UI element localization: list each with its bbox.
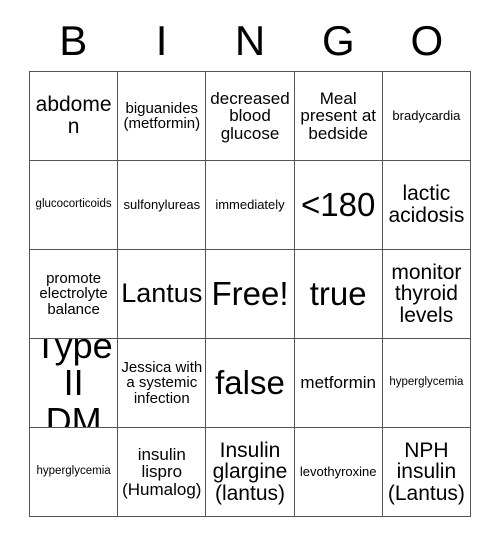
bingo-cell[interactable]: Meal present at bedside: [294, 72, 383, 161]
bingo-cell-label: hyperglycemia: [389, 376, 464, 389]
bingo-cell-label: Type II DM: [34, 339, 113, 428]
bingo-cell-label: Free!: [211, 275, 289, 312]
bingo-cell-label: biguanides (metformin): [123, 99, 201, 132]
bingo-cell[interactable]: glucocorticoids: [30, 161, 119, 250]
bingo-cell[interactable]: immediately: [206, 161, 295, 250]
bingo-cell-label: promote electrolyte balance: [39, 269, 108, 318]
bingo-cell-label: Insulin glargine (lantus): [212, 438, 288, 505]
bingo-cell[interactable]: levothyroxine: [294, 428, 383, 517]
bingo-cell[interactable]: biguanides (metformin): [118, 72, 207, 161]
bingo-cell-label: monitor thyroid levels: [391, 260, 462, 327]
bingo-cell-label: lactic acidosis: [388, 182, 465, 227]
bingo-cell[interactable]: Lantus: [118, 250, 207, 339]
bingo-cell[interactable]: Insulin glargine (lantus): [206, 428, 295, 517]
bingo-cell-label: true: [309, 275, 367, 312]
bingo-cell-label: insulin lispro (Humalog): [122, 444, 202, 499]
bingo-cell-label: Lantus: [121, 278, 203, 309]
header-letter-i: I: [155, 16, 168, 64]
bingo-cell[interactable]: sulfonylureas: [118, 161, 207, 250]
bingo-cell[interactable]: bradycardia: [382, 72, 471, 161]
bingo-header: B I N G O: [29, 10, 471, 71]
bingo-cell[interactable]: Type II DM: [30, 339, 119, 428]
bingo-cell[interactable]: promote electrolyte balance: [30, 250, 119, 339]
bingo-cell-label: <180: [301, 186, 376, 223]
bingo-cell-label: false: [215, 364, 285, 401]
bingo-cell[interactable]: insulin lispro (Humalog): [118, 428, 207, 517]
bingo-cell[interactable]: metformin: [294, 339, 383, 428]
bingo-cell-label: Meal present at bedside: [300, 88, 376, 143]
header-letter-g: G: [322, 16, 355, 64]
bingo-cell-label: sulfonylureas: [123, 197, 201, 213]
bingo-cell[interactable]: hyperglycemia: [30, 428, 119, 517]
bingo-cell-label: decreased blood glucose: [210, 88, 290, 143]
bingo-cell-label: hyperglycemia: [36, 465, 111, 478]
bingo-cell[interactable]: <180: [294, 161, 383, 250]
bingo-cell[interactable]: NPH insulin (Lantus): [382, 428, 471, 517]
bingo-card: B I N G O abdomen biguanides (metformin) d…: [29, 10, 471, 517]
bingo-cell-label: abdomen: [35, 93, 112, 138]
header-letter-n: N: [234, 16, 266, 64]
bingo-grid: abdomen biguanides (metformin) decreased b…: [29, 71, 471, 517]
bingo-cell-label: immediately: [215, 197, 285, 213]
bingo-cell[interactable]: abdomen: [30, 72, 119, 161]
bingo-cell[interactable]: Free!: [206, 250, 295, 339]
bingo-cell[interactable]: decreased blood glucose: [206, 72, 295, 161]
bingo-cell-label: metformin: [300, 373, 376, 393]
bingo-cell[interactable]: monitor thyroid levels: [382, 250, 471, 339]
bingo-cell[interactable]: hyperglycemia: [382, 339, 471, 428]
bingo-cell-label: bradycardia: [392, 108, 461, 124]
bingo-cell-label: glucocorticoids: [35, 198, 112, 211]
bingo-cell[interactable]: lactic acidosis: [382, 161, 471, 250]
bingo-cell-label: levothyroxine: [299, 464, 377, 480]
bingo-cell-label: NPH insulin (Lantus): [387, 438, 465, 505]
header-letter-b: B: [59, 16, 88, 64]
bingo-cell[interactable]: false: [206, 339, 295, 428]
bingo-cell-label: Jessica with a systemic infection: [121, 358, 203, 407]
bingo-cell[interactable]: Jessica with a systemic infection: [118, 339, 207, 428]
header-letter-o: O: [410, 16, 444, 64]
bingo-cell[interactable]: true: [294, 250, 383, 339]
